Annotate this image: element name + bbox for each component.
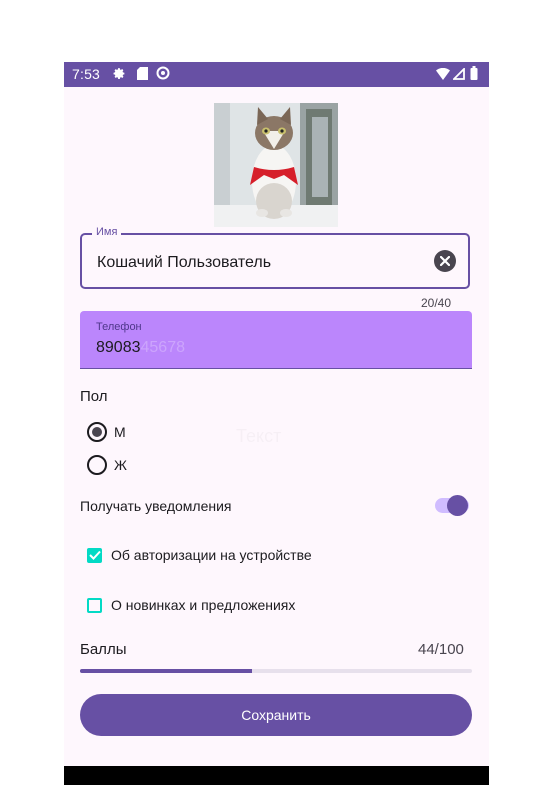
- radio-button[interactable]: [87, 455, 107, 475]
- sync-icon: [156, 66, 170, 80]
- phone-field-value[interactable]: 8908345678: [96, 339, 185, 357]
- progress-fill: [80, 669, 253, 673]
- gender-option-female[interactable]: Ж: [87, 455, 127, 475]
- name-field-value[interactable]: Кошачий Пользователь: [97, 254, 271, 272]
- ghost-text: Текст: [236, 426, 281, 447]
- app-screen: 7:53 Имя Кошачий Пользователь 20/40 Теле…: [64, 62, 489, 785]
- settings-icon: [112, 66, 126, 80]
- navigation-bar: [64, 766, 489, 785]
- points-progress-bar: [80, 669, 472, 673]
- phone-value-text: 89083: [96, 339, 141, 356]
- switch-thumb[interactable]: [447, 495, 468, 516]
- wifi-icon: [436, 67, 450, 83]
- points-label: Баллы: [80, 641, 127, 658]
- name-field[interactable]: Имя Кошачий Пользователь: [80, 226, 470, 289]
- points-value: 44/100: [418, 641, 464, 658]
- notifications-label: Получать уведомления: [80, 498, 232, 514]
- checkbox-auth[interactable]: Об авторизации на устройстве: [87, 547, 312, 563]
- profile-photo[interactable]: [214, 103, 338, 227]
- signal-icon: [451, 66, 465, 83]
- checkbox[interactable]: [87, 547, 102, 563]
- phone-placeholder-ghost: 45678: [140, 339, 186, 356]
- clear-icon[interactable]: [434, 250, 456, 272]
- name-char-counter: 20/40: [421, 296, 452, 310]
- gender-title: Пол: [80, 388, 108, 405]
- save-button[interactable]: Сохранить: [80, 694, 472, 736]
- battery-icon: [470, 66, 478, 83]
- gender-option-male[interactable]: М: [87, 422, 126, 442]
- checkbox-news[interactable]: О новинках и предложениях: [87, 597, 295, 613]
- radio-button[interactable]: [87, 422, 107, 442]
- checkbox[interactable]: [87, 597, 102, 613]
- phone-field-label: Телефон: [96, 321, 142, 333]
- name-field-label: Имя: [92, 226, 122, 238]
- status-bar: 7:53: [64, 62, 489, 87]
- radio-label: Ж: [114, 457, 127, 473]
- sim-card-icon: [135, 66, 149, 80]
- checkbox-label: Об авторизации на устройстве: [111, 547, 312, 563]
- status-time: 7:53: [72, 66, 101, 82]
- phone-field[interactable]: Телефон 8908345678: [80, 311, 472, 369]
- radio-label: М: [114, 424, 126, 440]
- checkbox-label: О новинках и предложениях: [111, 597, 296, 613]
